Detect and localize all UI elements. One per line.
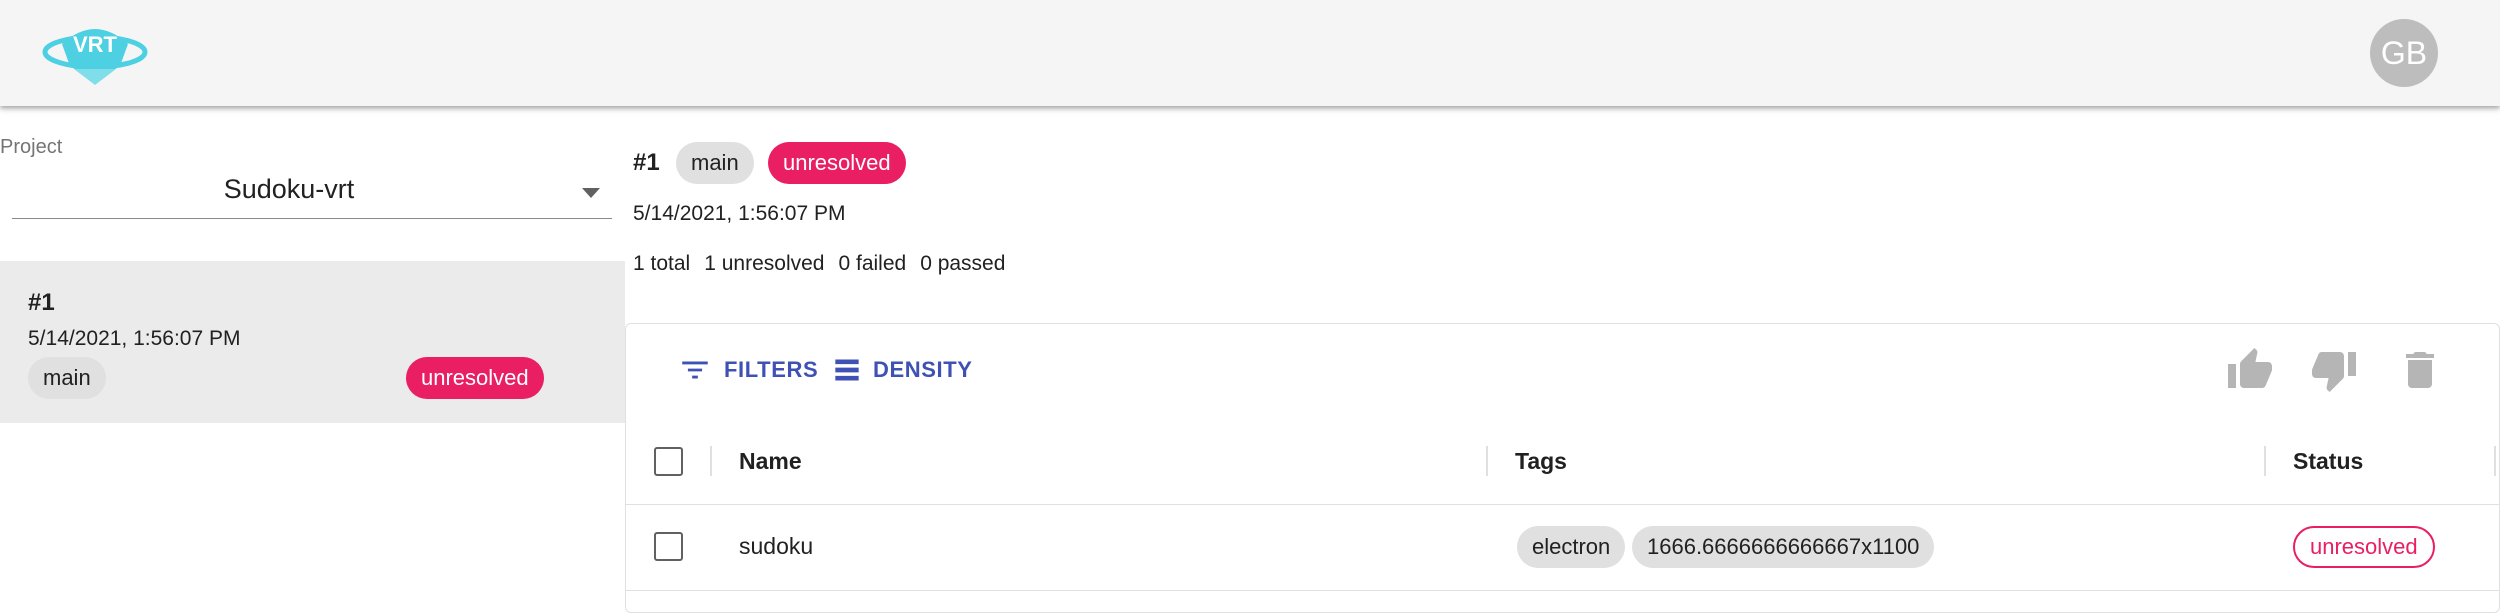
project-select-value: Sudoku-vrt [223, 174, 355, 204]
build-branch-chip: main [676, 142, 754, 184]
app-bar: VRT GB [0, 0, 2500, 106]
build-date: 5/14/2021, 1:56:07 PM [28, 327, 241, 350]
column-separator[interactable] [1486, 446, 1488, 476]
row-status-chip: unresolved [2293, 526, 2435, 568]
stat-unresolved: 1 unresolved [704, 252, 825, 275]
logo-text: VRT [73, 32, 118, 57]
build-list-item[interactable]: #1 5/14/2021, 1:56:07 PM main unresolved [0, 261, 625, 423]
tag-chip: 1666.6666666666667x1100 [1632, 526, 1935, 568]
density-label: DENSITY [873, 357, 973, 382]
stat-failed: 0 failed [838, 252, 907, 275]
project-label: Project [0, 136, 63, 158]
user-avatar[interactable]: GB [2370, 19, 2438, 87]
column-header-tags[interactable]: Tags [1515, 448, 1567, 475]
filters-label: FILTERS [724, 357, 819, 382]
dropdown-caret-icon [582, 188, 600, 198]
grid-header-row: Name Tags Status [626, 420, 2499, 505]
test-runs-grid: FILTERS DENSITY Name Tags Status sudoku [625, 323, 2500, 613]
column-header-status[interactable]: Status [2293, 448, 2363, 475]
build-stats: 1 total 1 unresolved 0 failed 0 passed [633, 252, 1019, 276]
delete-icon [2406, 352, 2434, 388]
thumb-up-icon [2228, 348, 2272, 388]
build-date-detail: 5/14/2021, 1:56:07 PM [633, 202, 846, 225]
density-icon [835, 359, 859, 381]
status-chip: unresolved [406, 357, 544, 399]
approve-button[interactable] [2226, 346, 2274, 394]
delete-button[interactable] [2396, 346, 2444, 394]
column-header-name[interactable]: Name [739, 448, 802, 475]
stat-passed: 0 passed [920, 252, 1006, 275]
filters-button[interactable]: FILTERS [678, 348, 818, 392]
filter-icon [682, 361, 708, 379]
select-all-checkbox[interactable] [654, 447, 683, 476]
branch-chip: main [28, 357, 106, 399]
build-number: #1 [28, 289, 55, 316]
project-select[interactable]: Sudoku-vrt [12, 160, 612, 219]
column-separator[interactable] [710, 446, 712, 476]
build-status-chip: unresolved [768, 142, 906, 184]
build-title-number: #1 [633, 149, 660, 176]
stat-total: 1 total [633, 252, 691, 275]
table-row[interactable]: sudoku electron 1666.6666666666667x1100 … [626, 504, 2499, 591]
column-separator[interactable] [2264, 446, 2266, 476]
reject-button[interactable] [2310, 346, 2358, 394]
column-separator[interactable] [2494, 446, 2496, 476]
row-checkbox[interactable] [654, 532, 683, 561]
tag-chip: electron [1517, 526, 1626, 568]
thumb-down-icon [2312, 352, 2356, 392]
test-name-cell: sudoku [739, 533, 814, 559]
density-button[interactable]: DENSITY [833, 348, 973, 392]
vrt-logo[interactable]: VRT [40, 14, 150, 86]
